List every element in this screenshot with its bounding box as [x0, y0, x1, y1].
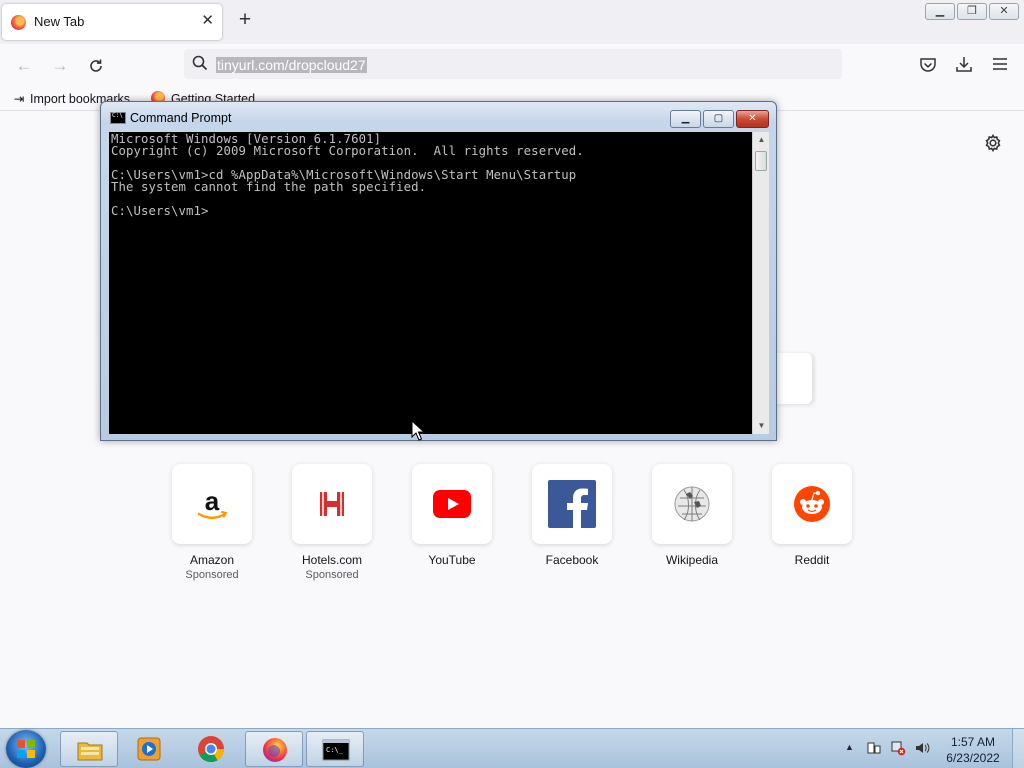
shortcut-tile[interactable]: [652, 464, 732, 544]
window-title: Command Prompt: [130, 111, 232, 125]
minimize-icon: ▁: [935, 5, 945, 17]
restore-icon: ❐: [967, 5, 977, 17]
scroll-thumb[interactable]: [755, 151, 767, 171]
back-arrow-icon[interactable]: ←: [13, 55, 35, 77]
shortcut-hotels[interactable]: Hotels.com Sponsored: [292, 464, 372, 581]
show-hidden-icons-button[interactable]: ▲: [845, 742, 854, 752]
svg-text:a: a: [205, 486, 220, 516]
start-button[interactable]: [6, 730, 46, 768]
close-window-button[interactable]: ✕: [989, 3, 1019, 20]
close-icon: ✕: [748, 113, 757, 124]
search-icon: [192, 55, 208, 71]
wikipedia-icon: [674, 486, 710, 522]
reddit-icon: [794, 486, 830, 522]
hotels-icon: [320, 492, 344, 516]
taskbar: C:\_ ▲ 1:57 AM 6/23/2022: [0, 728, 1024, 768]
firefox-icon: [11, 15, 26, 30]
url-text[interactable]: tinyurl.com/dropcloud27: [216, 57, 367, 73]
volume-icon[interactable]: [914, 740, 930, 756]
network-icon[interactable]: [890, 740, 906, 756]
shortcut-tile[interactable]: a: [172, 464, 252, 544]
nav-toolbar: ← → tinyurl.com/dropcloud27: [0, 44, 1024, 86]
shortcut-name: Hotels.com: [301, 553, 363, 567]
close-tab-icon[interactable]: ✕: [201, 12, 214, 30]
shortcut-name: Facebook: [545, 553, 599, 567]
shortcut-youtube[interactable]: YouTube: [412, 464, 492, 567]
facebook-icon: [548, 480, 596, 528]
command-prompt-window[interactable]: Command Prompt ▁ ▢ ✕ Microsoft Windows […: [100, 101, 777, 441]
tab-new-tab[interactable]: New Tab ✕: [2, 4, 222, 40]
import-icon: ⇥: [13, 92, 25, 106]
clock-time: 1:57 AM: [950, 735, 996, 749]
pocket-icon[interactable]: [919, 56, 937, 74]
hamburger-menu-icon[interactable]: [991, 56, 1009, 72]
tab-strip: New Tab ✕ + ▁ ❐ ✕: [0, 0, 1024, 44]
taskbar-chrome[interactable]: [182, 731, 240, 767]
sponsored-label: Sponsored: [185, 569, 239, 581]
cmd-minimize-button[interactable]: ▁: [670, 110, 701, 128]
close-icon: ✕: [999, 5, 1009, 17]
gear-icon[interactable]: [983, 133, 1003, 153]
shortcut-amazon[interactable]: a Amazon Sponsored: [172, 464, 252, 581]
shortcut-wikipedia[interactable]: Wikipedia: [652, 464, 732, 567]
minimize-icon: ▁: [681, 113, 690, 124]
scroll-up-icon[interactable]: ▲: [753, 132, 770, 148]
scroll-down-icon[interactable]: ▼: [753, 418, 770, 434]
maximize-icon: ▢: [713, 113, 724, 124]
shortcut-tile[interactable]: [292, 464, 372, 544]
shortcut-name: Wikipedia: [665, 553, 719, 567]
shortcut-facebook[interactable]: Facebook: [532, 464, 612, 567]
shortcut-name: Amazon: [189, 553, 235, 567]
cmd-maximize-button[interactable]: ▢: [703, 110, 734, 128]
vertical-scrollbar[interactable]: ▲ ▼: [752, 132, 769, 434]
tab-title: New Tab: [34, 14, 85, 29]
firefox-icon: [263, 738, 287, 762]
explorer-icon: [77, 742, 103, 761]
forward-arrow-icon[interactable]: →: [49, 55, 71, 77]
shortcut-reddit[interactable]: Reddit: [772, 464, 852, 567]
taskbar-command-prompt[interactable]: C:\_: [306, 731, 364, 767]
taskbar-media-player[interactable]: [120, 731, 178, 767]
search-box[interactable]: [775, 353, 812, 404]
clock-date: 6/23/2022: [946, 751, 1000, 765]
console-text: Microsoft Windows [Version 6.1.7601] Cop…: [111, 132, 584, 218]
console-output[interactable]: Microsoft Windows [Version 6.1.7601] Cop…: [109, 132, 752, 434]
downloads-icon[interactable]: [955, 55, 973, 73]
taskbar-explorer[interactable]: [60, 731, 118, 767]
new-tab-button[interactable]: +: [234, 9, 256, 33]
cmd-close-button[interactable]: ✕: [736, 110, 769, 128]
chrome-icon: [198, 736, 225, 763]
address-bar[interactable]: tinyurl.com/dropcloud27: [184, 49, 842, 79]
shortcut-name: Reddit: [794, 553, 830, 567]
shortcut-tile[interactable]: [772, 464, 852, 544]
youtube-icon: [433, 490, 471, 518]
shortcut-tile[interactable]: [532, 464, 612, 544]
action-center-icon[interactable]: [866, 740, 882, 756]
svg-text:C:\_: C:\_: [326, 746, 344, 754]
mouse-cursor-icon: [411, 420, 425, 441]
system-clock[interactable]: 1:57 AM 6/23/2022: [938, 734, 1008, 766]
cmd-icon: C:\_: [322, 739, 350, 761]
media-player-icon: [137, 737, 161, 761]
windows-logo-icon: [17, 740, 35, 758]
sponsored-label: Sponsored: [305, 569, 359, 581]
taskbar-firefox[interactable]: [245, 731, 303, 767]
restore-window-button[interactable]: ❐: [957, 3, 987, 20]
shortcut-name: YouTube: [428, 553, 476, 567]
show-desktop-button[interactable]: [1012, 729, 1024, 768]
amazon-icon: a: [197, 486, 228, 519]
reload-icon[interactable]: [85, 55, 107, 77]
shortcut-tile[interactable]: [412, 464, 492, 544]
cmd-icon: [110, 112, 126, 124]
minimize-window-button[interactable]: ▁: [925, 3, 955, 20]
